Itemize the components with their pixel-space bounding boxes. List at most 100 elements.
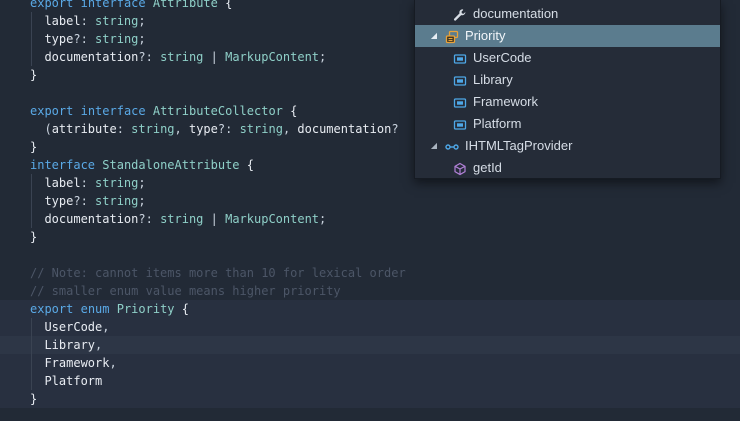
outline-item-framework[interactable]: Framework — [415, 91, 720, 113]
enum-member-icon — [453, 95, 467, 109]
code-token: string — [239, 122, 283, 136]
code-token: interface — [30, 158, 96, 172]
enum-member-icon — [453, 117, 467, 131]
outline-popup[interactable]: documentation ◢ Priority UserCode Library Fra… — [414, 0, 721, 179]
code-token: Platform — [44, 374, 103, 388]
outline-item-label: Library — [473, 72, 513, 87]
code-token: label — [44, 176, 81, 190]
wrench-icon — [453, 7, 467, 21]
code-token: StandaloneAttribute — [102, 158, 240, 172]
expand-arrow-icon[interactable]: ◢ — [429, 135, 439, 157]
outline-item-documentation[interactable]: documentation — [415, 3, 720, 25]
code-line[interactable]: Platform — [0, 372, 740, 390]
code-token: ( — [30, 122, 52, 136]
code-token: Attribute — [152, 0, 218, 10]
code-token: : — [116, 122, 132, 136]
code-token: | — [203, 50, 226, 64]
outline-item-platform[interactable]: Platform — [415, 113, 720, 135]
outline-item-label: getId — [473, 160, 502, 175]
code-token: // smaller enum value means higher prior… — [30, 284, 341, 298]
code-line[interactable]: Framework, — [0, 354, 740, 372]
code-token: documentation — [44, 212, 139, 226]
code-token: : — [80, 176, 96, 190]
code-token: documentation — [297, 122, 392, 136]
code-token: { — [181, 302, 189, 316]
interface-icon — [445, 139, 459, 153]
code-token: ?: — [217, 122, 240, 136]
code-line[interactable]: UserCode, — [0, 318, 740, 336]
code-line[interactable]: // smaller enum value means higher prior… — [0, 282, 740, 300]
outline-item-label: Priority — [465, 28, 506, 43]
code-token: // Note: cannot items more than 10 for l… — [30, 266, 406, 280]
code-line[interactable]: Library, — [0, 336, 740, 354]
code-token: } — [30, 392, 38, 406]
code-token: export — [30, 104, 74, 118]
code-token: , — [102, 320, 110, 334]
outline-item-getid[interactable]: getId — [415, 157, 720, 178]
outline-item-priority[interactable]: ◢ Priority — [415, 25, 720, 47]
code-token: string — [95, 32, 139, 46]
code-token: , — [174, 122, 189, 136]
code-token: UserCode — [44, 320, 103, 334]
code-token: Priority — [116, 302, 175, 316]
code-token: ?: — [138, 50, 161, 64]
code-token: } — [30, 230, 38, 244]
indent-guide — [31, 12, 32, 66]
code-token: interface — [80, 0, 146, 10]
indent-guide — [31, 174, 32, 228]
outline-item-label: Framework — [473, 94, 539, 109]
outline-item-ihtmltagprovider[interactable]: ◢ IHTMLTagProvider — [415, 135, 720, 157]
outline-item-library[interactable]: Library — [415, 69, 720, 91]
code-token: ?: — [73, 194, 96, 208]
code-line[interactable]: type?: string; — [0, 192, 740, 210]
code-token: { — [246, 158, 255, 172]
code-token: : — [80, 14, 96, 28]
code-token: ; — [319, 212, 327, 226]
code-token: type — [44, 194, 74, 208]
code-token: } — [30, 140, 38, 154]
code-token: Framework — [44, 356, 110, 370]
code-token: , — [95, 338, 103, 352]
code-line[interactable]: documentation?: string | MarkupContent; — [0, 210, 740, 228]
code-token: MarkupContent — [225, 50, 320, 64]
code-line[interactable]: export enum Priority { — [0, 300, 740, 318]
outline-item-label: IHTMLTagProvider — [465, 138, 573, 153]
outline-item-label: documentation — [473, 6, 559, 21]
outline-item-label: Platform — [473, 116, 522, 131]
code-token: label — [44, 14, 81, 28]
code-token: enum — [80, 302, 110, 316]
outline-item-usercode[interactable]: UserCode — [415, 47, 720, 69]
outline-item-label: UserCode — [473, 50, 532, 65]
code-token: string — [95, 194, 139, 208]
code-token: AttributeCollector — [152, 104, 283, 118]
code-token: MarkupContent — [225, 212, 320, 226]
code-token: string — [160, 212, 204, 226]
code-line[interactable] — [0, 246, 740, 264]
code-token: } — [30, 68, 38, 82]
expand-arrow-icon[interactable]: ◢ — [429, 25, 439, 47]
code-line[interactable]: } — [0, 228, 740, 246]
code-token: string — [95, 14, 139, 28]
code-line[interactable]: } — [0, 390, 740, 408]
code-line[interactable]: // Note: cannot items more than 10 for l… — [0, 264, 740, 282]
code-token: string — [131, 122, 175, 136]
code-token: string — [160, 50, 204, 64]
code-token: documentation — [44, 50, 139, 64]
indent-guide — [31, 318, 32, 390]
code-token: , — [282, 122, 298, 136]
